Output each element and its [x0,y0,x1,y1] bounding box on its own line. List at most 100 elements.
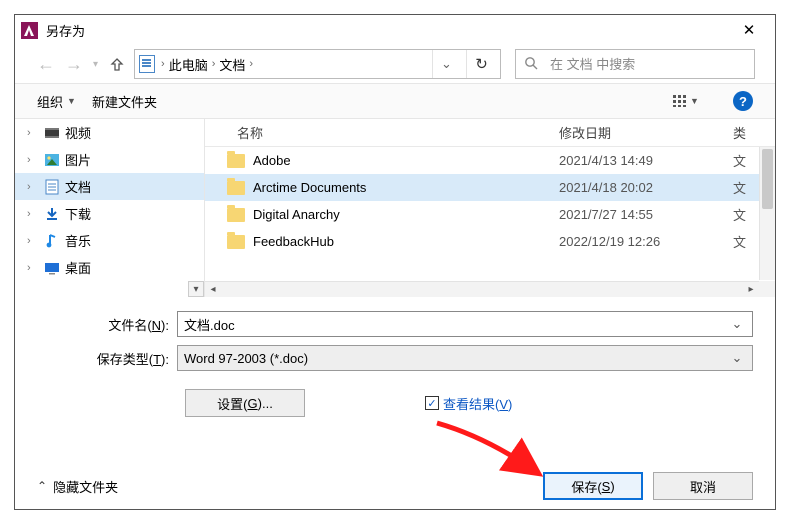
tree-item-desktop[interactable]: › 桌面 [15,254,204,281]
breadcrumb-sep-icon: › [249,58,253,70]
dialog-footer: ⌃ 隐藏文件夹 保存(S) 取消 [15,463,775,509]
savetype-label: 保存类型(T): [37,349,177,368]
file-type: 文 [733,178,759,197]
scroll-left-button[interactable]: ◂ [205,282,221,298]
tree-item-label: 下载 [65,204,91,223]
location-icon [139,55,155,73]
folder-icon [227,208,245,222]
new-folder-label: 新建文件夹 [92,92,157,111]
breadcrumb-sep-icon: › [212,58,216,70]
file-name: Adobe [253,153,559,168]
list-row[interactable]: Digital Anarchy2021/7/27 14:55文 [205,201,775,228]
scroll-right-button[interactable]: ▸ [743,282,759,298]
tree-item-label: 音乐 [65,231,91,250]
tree-item-music[interactable]: › 音乐 [15,227,204,254]
expander-icon[interactable]: › [27,181,39,193]
new-folder-button[interactable]: 新建文件夹 [92,92,157,111]
file-date: 2021/4/18 20:02 [559,180,733,195]
explorer-pane: ›视频›图片›文档›下载›音乐›桌面▾ 名称 修改日期 类 Adobe2021/… [15,119,775,297]
view-mode-button[interactable]: ▼ [663,89,709,113]
expander-icon[interactable]: › [27,262,39,274]
settings-button[interactable]: 设置(G)... [185,389,305,417]
file-name: Arctime Documents [253,180,559,195]
desktop-icon [43,260,61,276]
scrollbar-corner [759,281,775,297]
filename-input[interactable]: 文档.doc ⌄ [177,311,753,337]
column-name[interactable]: 名称 [227,123,559,142]
scrollbar-thumb[interactable] [762,149,773,209]
view-result-checkbox[interactable]: ✓ 查看结果(V) [425,394,512,413]
expander-icon[interactable]: › [27,154,39,166]
organize-button[interactable]: 组织 ▼ [37,92,76,111]
tree-scroll-down-button[interactable]: ▾ [188,281,204,297]
title-bar: 另存为 ✕ [15,15,775,45]
save-button[interactable]: 保存(S) [543,472,643,500]
folder-icon [227,235,245,249]
toolbar: 组织 ▼ 新建文件夹 ▼ ? [15,83,775,119]
address-dropdown-icon[interactable]: ⌄ [432,50,460,78]
folder-icon [227,181,245,195]
video-icon [43,125,61,141]
horizontal-scrollbar[interactable]: ◂ ▸ [205,281,759,297]
address-bar[interactable]: › 此电脑 › 文档 › ⌄ ↻ [134,49,501,79]
hide-folders-toggle[interactable]: ⌃ 隐藏文件夹 [37,477,118,496]
refresh-button[interactable]: ↻ [466,50,496,78]
cancel-button[interactable]: 取消 [653,472,753,500]
tree-item-document[interactable]: ›文档 [15,173,204,200]
app-icon [21,22,38,39]
search-box[interactable] [515,49,755,79]
savetype-dropdown[interactable]: Word 97-2003 (*.doc) ⌄ [177,345,753,371]
search-input[interactable] [548,56,746,73]
column-headers[interactable]: 名称 修改日期 类 [205,119,775,147]
chevron-down-icon[interactable]: ⌄ [728,350,746,366]
breadcrumb-sep-icon: › [161,58,165,70]
window-title: 另存为 [46,21,85,40]
file-date: 2021/4/13 14:49 [559,153,733,168]
tree-item-picture[interactable]: › 图片 [15,146,204,173]
list-row[interactable]: FeedbackHub2022/12/19 12:26文 [205,228,775,255]
history-dropdown-icon[interactable]: ▾ [91,59,100,70]
file-name: FeedbackHub [253,234,559,249]
savetype-value: Word 97-2003 (*.doc) [184,351,728,366]
chevron-icon: ⌃ [37,479,47,493]
file-list-pane: 名称 修改日期 类 Adobe2021/4/13 14:49文Arctime D… [205,119,775,297]
view-grid-icon [673,95,687,107]
options-row: 设置(G)... ✓ 查看结果(V) [15,383,775,417]
file-list[interactable]: Adobe2021/4/13 14:49文Arctime Documents20… [205,147,775,297]
tree-item-label: 桌面 [65,258,91,277]
expander-icon[interactable]: › [27,127,39,139]
breadcrumb-folder[interactable]: 文档 [219,55,245,74]
chevron-down-icon: ▼ [690,96,699,106]
tree-item-label: 视频 [65,123,91,142]
column-date[interactable]: 修改日期 [559,123,733,142]
file-type: 文 [733,205,759,224]
save-as-dialog: 另存为 ✕ ← → ▾ › 此电脑 › 文档 › ⌄ ↻ [14,14,776,510]
folder-tree[interactable]: ›视频›图片›文档›下载›音乐›桌面▾ [15,119,205,297]
tree-item-download[interactable]: › 下载 [15,200,204,227]
file-type: 文 [733,151,759,170]
music-icon [43,233,61,249]
picture-icon [43,152,61,168]
filename-value: 文档.doc [184,315,728,334]
up-button[interactable] [106,50,128,78]
file-date: 2022/12/19 12:26 [559,234,733,249]
back-button[interactable]: ← [35,50,57,78]
column-type[interactable]: 类 [733,123,759,142]
list-row[interactable]: Adobe2021/4/13 14:49文 [205,147,775,174]
file-name: Digital Anarchy [253,207,559,222]
forward-button[interactable]: → [63,50,85,78]
close-button[interactable]: ✕ [729,16,769,44]
fields-area: 文件名(N): 文档.doc ⌄ 保存类型(T): Word 97-2003 (… [15,297,775,383]
tree-item-video[interactable]: › 视频 [15,119,204,146]
tree-item-label: 图片 [65,150,91,169]
chevron-down-icon: ▼ [67,96,76,106]
list-row[interactable]: Arctime Documents2021/4/18 20:02文 [205,174,775,201]
expander-icon[interactable]: › [27,235,39,247]
chevron-down-icon[interactable]: ⌄ [728,316,746,332]
help-button[interactable]: ? [733,91,753,111]
vertical-scrollbar[interactable] [759,147,775,280]
expander-icon[interactable]: › [27,208,39,220]
navigation-row: ← → ▾ › 此电脑 › 文档 › ⌄ ↻ [15,45,775,83]
folder-icon [227,154,245,168]
breadcrumb-root[interactable]: 此电脑 [169,55,208,74]
